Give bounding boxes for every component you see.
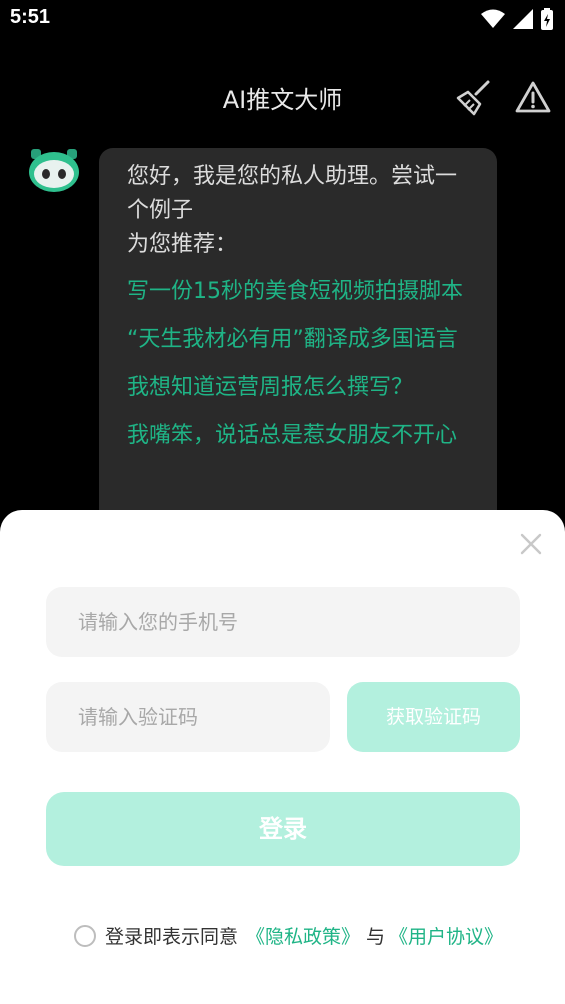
agree-radio[interactable] xyxy=(74,924,96,947)
login-sheet: 获取验证码 登录 登录即表示同意 《隐私政策》 与 《用户协议》 xyxy=(0,510,565,1004)
and-text: 与 xyxy=(366,926,386,948)
recommend-label: 为您推荐： xyxy=(127,232,238,257)
agreement-text: 登录即表示同意 xyxy=(105,926,239,948)
battery-icon xyxy=(541,8,553,30)
suggestion-item[interactable]: 我嘴笨，说话总是惹女朋友不开心 xyxy=(127,418,467,454)
signal-icon xyxy=(513,9,533,29)
greeting-text: 您好，我是您的私人助理。尝试一个例子 xyxy=(127,164,458,223)
status-icons xyxy=(481,8,553,30)
warning-icon[interactable] xyxy=(514,78,552,116)
suggestion-item[interactable]: 写一份15秒的美食短视频拍摄脚本 xyxy=(127,274,467,310)
status-bar: 5:51 xyxy=(0,0,565,40)
user-agreement-link[interactable]: 《用户协议》 xyxy=(389,922,503,949)
agreement-row: 登录即表示同意 《隐私政策》 与 《用户协议》 xyxy=(74,922,503,949)
robot-avatar-icon xyxy=(29,149,79,192)
close-icon[interactable] xyxy=(515,528,547,560)
login-button[interactable]: 登录 xyxy=(46,792,520,866)
get-code-button[interactable]: 获取验证码 xyxy=(347,682,520,752)
suggestion-item[interactable]: “天生我材必有用”翻译成多国语言 xyxy=(127,322,467,358)
app-header: AI推文大师 xyxy=(0,70,565,126)
status-time: 5:51 xyxy=(10,6,51,28)
chat-bubble: 您好，我是您的私人助理。尝试一个例子 为您推荐： 写一份15秒的美食短视频拍摄脚… xyxy=(99,148,497,568)
phone-input[interactable] xyxy=(46,587,520,657)
wifi-icon xyxy=(481,9,505,28)
suggestion-item[interactable]: 我想知道运营周报怎么撰写？ xyxy=(127,370,467,406)
verification-code-input[interactable] xyxy=(46,682,330,752)
bubble-content: 您好，我是您的私人助理。尝试一个例子 为您推荐： 写一份15秒的美食短视频拍摄脚… xyxy=(127,160,467,454)
privacy-policy-link[interactable]: 《隐私政策》 xyxy=(246,922,360,949)
broom-icon[interactable] xyxy=(454,78,494,118)
